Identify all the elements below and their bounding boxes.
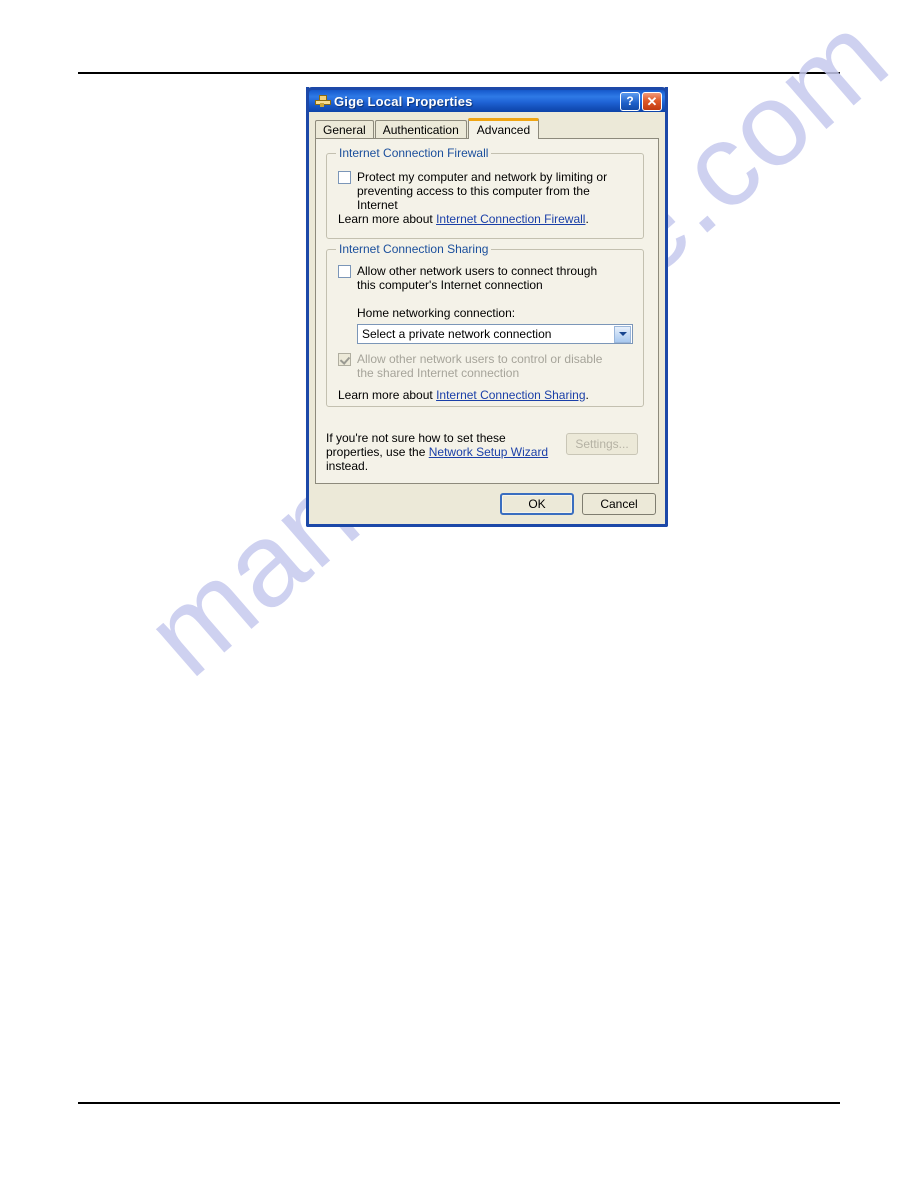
help-icon[interactable]: ? — [620, 91, 640, 111]
sharing-learn-more-link[interactable]: Internet Connection Sharing — [436, 388, 585, 402]
sharing-control-checkbox — [338, 353, 351, 366]
tab-strip: General Authentication Advanced — [315, 117, 665, 139]
ok-button[interactable]: OK — [500, 493, 574, 515]
sharing-allow-connect-label: Allow other network users to connect thr… — [357, 264, 598, 292]
home-networking-combo-value: Select a private network connection — [362, 327, 552, 341]
home-networking-label: Home networking connection: — [357, 306, 516, 320]
footnote-suffix: instead. — [326, 459, 369, 473]
chevron-down-icon[interactable] — [614, 325, 631, 343]
titlebar-buttons: ? ✕ — [620, 91, 662, 111]
group-internet-connection-sharing: Internet Connection Sharing Allow other … — [326, 242, 644, 407]
page-bottom-rule — [78, 1102, 840, 1104]
dialog-button-bar: OK Cancel — [500, 493, 656, 515]
tab-general[interactable]: General — [315, 120, 374, 138]
sharing-learn-more-suffix: . — [585, 388, 589, 402]
dialog-title: Gige Local Properties — [334, 93, 473, 109]
page-top-rule — [78, 72, 840, 74]
properties-dialog: Gige Local Properties ? ✕ General Authen… — [306, 87, 668, 527]
home-networking-combobox[interactable]: Select a private network connection — [357, 324, 633, 344]
tab-authentication[interactable]: Authentication — [374, 120, 467, 138]
firewall-learn-more-suffix: . — [585, 212, 589, 226]
cancel-button[interactable]: Cancel — [582, 493, 656, 515]
network-setup-wizard-link[interactable]: Network Setup Wizard — [429, 445, 548, 459]
firewall-protect-checkbox[interactable] — [338, 171, 351, 184]
setup-wizard-footnote: If you're not sure how to set these prop… — [326, 431, 558, 473]
close-icon[interactable]: ✕ — [642, 91, 662, 111]
firewall-learn-more-prefix: Learn more about — [338, 212, 437, 226]
sharing-allow-connect-checkbox[interactable] — [338, 265, 351, 278]
sharing-learn-more: Learn more about Internet Connection Sha… — [338, 388, 589, 402]
firewall-group-legend: Internet Connection Firewall — [336, 146, 492, 160]
dialog-titlebar[interactable]: Gige Local Properties ? ✕ — [306, 87, 668, 112]
network-connection-icon — [314, 93, 331, 109]
sharing-allow-connect-row[interactable]: Allow other network users to connect thr… — [338, 264, 610, 292]
group-internet-connection-firewall: Internet Connection Firewall Protect my … — [326, 146, 644, 239]
sharing-control-row: Allow other network users to control or … — [338, 352, 610, 380]
firewall-learn-more: Learn more about Internet Connection Fir… — [338, 212, 589, 226]
firewall-learn-more-link[interactable]: Internet Connection Firewall — [436, 212, 585, 226]
firewall-checkbox-row[interactable]: Protect my computer and network by limit… — [338, 170, 630, 212]
tab-advanced[interactable]: Advanced — [467, 118, 540, 139]
firewall-protect-label: Protect my computer and network by limit… — [357, 170, 608, 212]
settings-button: Settings... — [566, 433, 638, 455]
sharing-learn-more-prefix: Learn more about — [338, 388, 437, 402]
tab-panel-advanced: Internet Connection Firewall Protect my … — [315, 138, 659, 484]
sharing-control-label: Allow other network users to control or … — [357, 352, 603, 380]
sharing-group-legend: Internet Connection Sharing — [336, 242, 492, 256]
